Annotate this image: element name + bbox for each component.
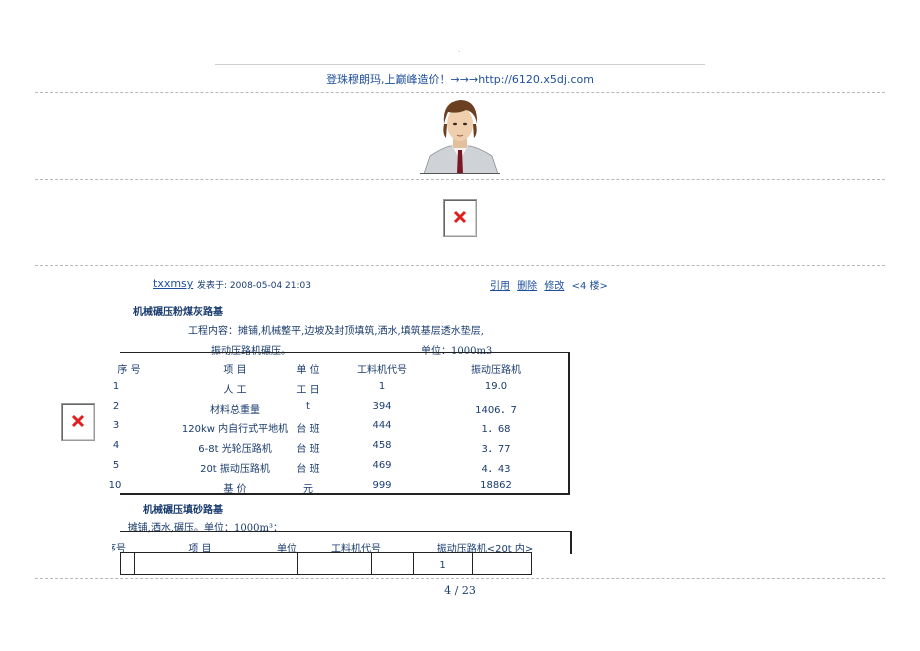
table-cell: 444: [372, 420, 392, 431]
table-cell: 人 工: [223, 385, 247, 396]
login-link[interactable]: 登珠穆朗玛,上巅峰造价！→→→http://6120.x5dj.com: [0, 71, 920, 87]
table-cell: 台 班: [296, 464, 320, 475]
quota-table-2-row: 1: [120, 552, 532, 575]
table-cell: 台 班: [296, 424, 320, 435]
table-cell: 394: [372, 401, 392, 412]
quota-table: 序 号 项 目 单 位 工料机代号 振动压路机 1 人 工 工 日 1 19.0…: [109, 352, 570, 495]
broken-image-icon: [61, 403, 95, 441]
table-header: 单 位: [296, 365, 320, 376]
table-cell: 工 日: [296, 385, 320, 396]
table-cell: 5: [112, 460, 120, 471]
divider: [35, 179, 885, 180]
user-avatar: [420, 94, 500, 174]
header-dot: .: [458, 46, 461, 54]
header-rule: [215, 64, 705, 65]
table-cell: 材料总重量: [210, 405, 260, 416]
table-cell: 10: [108, 480, 122, 491]
divider: [35, 92, 885, 93]
table-cell: 2: [112, 401, 120, 412]
broken-image-icon: [443, 199, 477, 237]
table-cell: 999: [372, 480, 392, 491]
table-cell: t: [306, 401, 310, 412]
table-cell: 1406．7: [475, 405, 517, 416]
table-cell: 1．68: [481, 424, 511, 435]
table-cell: 4．43: [481, 464, 511, 475]
post-username[interactable]: txxmsy: [153, 277, 193, 290]
delete-link[interactable]: 删除: [517, 281, 537, 292]
section-title: 机械碾压填砂路基: [143, 505, 223, 516]
table-cell: 3．77: [481, 444, 511, 455]
quota-table-2: 序号 项 目 单位 工料机代号 振动压路机<20t 内>: [112, 531, 572, 555]
table-cell: 458: [372, 440, 392, 451]
table-cell: 4: [112, 440, 120, 451]
table-cell: 1: [112, 381, 120, 392]
post-timestamp: 发表于: 2008-05-04 21:03: [197, 281, 311, 291]
page-number: 4 / 23: [444, 584, 476, 597]
quote-link[interactable]: 引用: [490, 281, 510, 292]
table-cell: 19.0: [484, 381, 508, 392]
table-header: 序 号: [117, 365, 141, 376]
table-header: 振动压路机: [471, 365, 521, 376]
table-header: 项 目: [223, 365, 247, 376]
section-content: 工程内容：摊铺,机械整平,边坡及封顶填筑,洒水,填筑基层透水垫层,: [188, 326, 484, 337]
table-cell: 台 班: [296, 444, 320, 455]
table-cell: 基 价: [223, 484, 247, 495]
post-actions: 引用 删除 修改 <4 楼>: [490, 277, 608, 292]
table-cell: 3: [112, 420, 120, 431]
table-header: 工料机代号: [357, 365, 407, 376]
divider: [35, 265, 885, 266]
table-cell: 18862: [480, 480, 512, 491]
post-floor: <4 楼>: [571, 281, 608, 292]
edit-link[interactable]: 修改: [544, 281, 564, 292]
table-cell: 元: [303, 484, 313, 495]
divider: [35, 578, 885, 579]
table-cell: 1: [378, 381, 386, 392]
table-cell: 1: [439, 560, 446, 571]
section-title: 机械碾压粉煤灰路基: [133, 307, 223, 318]
table-cell: 469: [372, 460, 392, 471]
